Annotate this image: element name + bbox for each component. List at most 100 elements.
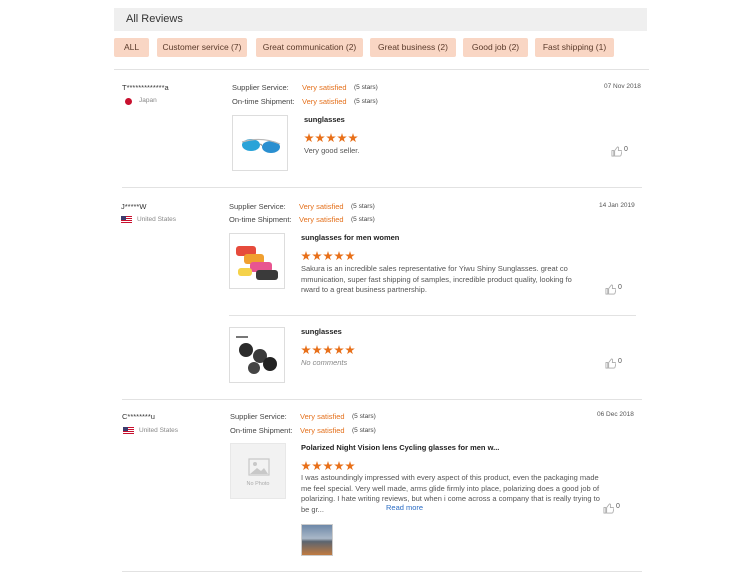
supplier-service-value: Very satisfied xyxy=(302,83,347,92)
filter-chip-fast-shipping[interactable]: Fast shipping (1) xyxy=(535,38,614,57)
reviews-panel: All Reviews ALL Customer service (7) Gre… xyxy=(114,0,650,574)
review-text: Sakura is an incredible sales representa… xyxy=(301,264,572,294)
star-icon xyxy=(345,461,355,471)
like-button[interactable]: 0 xyxy=(605,284,627,296)
star-icon xyxy=(323,461,333,471)
supplier-service-value: Very satisfied xyxy=(300,412,345,421)
product-thumbnail[interactable] xyxy=(232,115,288,171)
read-more-link[interactable]: Read more xyxy=(386,503,423,512)
supplier-service-label: Supplier Service: xyxy=(230,412,287,421)
ontime-shipment-stars: (5 stars) xyxy=(351,216,375,223)
review-date: 07 Nov 2018 xyxy=(604,83,641,90)
like-count: 0 xyxy=(618,358,622,365)
supplier-service-value: Very satisfied xyxy=(299,202,344,211)
star-icon xyxy=(334,251,344,261)
reviews-header: All Reviews xyxy=(114,8,647,31)
supplier-service-stars: (5 stars) xyxy=(352,413,376,420)
star-icon xyxy=(315,133,325,143)
supplier-service-label: Supplier Service: xyxy=(232,83,289,92)
star-icon xyxy=(312,251,322,261)
like-button[interactable]: 0 xyxy=(605,358,627,370)
thumbs-up-icon xyxy=(603,503,614,514)
ontime-shipment-label: On-time Shipment: xyxy=(232,97,295,106)
sunglasses-image xyxy=(236,336,277,374)
star-icon xyxy=(323,251,333,261)
rating-stars xyxy=(301,342,356,355)
thumbs-up-icon xyxy=(605,284,616,295)
product-thumbnail-placeholder[interactable]: No Photo xyxy=(230,443,286,499)
rating-stars xyxy=(301,248,356,261)
product-title[interactable]: sunglasses xyxy=(301,327,342,336)
divider xyxy=(122,399,642,400)
product-title[interactable]: sunglasses for men women xyxy=(301,233,399,242)
sunglasses-image xyxy=(236,246,278,280)
flag-us-icon xyxy=(121,216,132,224)
star-icon xyxy=(304,133,314,143)
star-icon xyxy=(326,133,336,143)
reviewer-country: United States xyxy=(137,216,177,223)
star-icon xyxy=(323,345,333,355)
divider xyxy=(122,571,642,572)
filter-chip-great-communication[interactable]: Great communication (2) xyxy=(256,38,363,57)
like-button[interactable]: 0 xyxy=(603,503,625,515)
ontime-shipment-label: On-time Shipment: xyxy=(229,215,292,224)
filter-chip-good-job[interactable]: Good job (2) xyxy=(463,38,528,57)
like-count: 0 xyxy=(624,146,628,153)
reviewer-name: J*****W xyxy=(121,202,147,211)
rating-stars xyxy=(304,130,359,143)
reviewer-country: United States xyxy=(139,427,179,434)
review-photo[interactable] xyxy=(301,524,333,556)
product-thumbnail[interactable] xyxy=(229,233,285,289)
star-icon xyxy=(301,345,311,355)
star-icon xyxy=(301,251,311,261)
product-title[interactable]: sunglasses xyxy=(304,115,345,124)
like-count: 0 xyxy=(618,284,622,291)
star-icon xyxy=(345,251,355,261)
ontime-shipment-value: Very satisfied xyxy=(302,97,347,106)
ontime-shipment-stars: (5 stars) xyxy=(354,98,378,105)
star-icon xyxy=(348,133,358,143)
review-text: I was astoundingly impressed with every … xyxy=(301,473,600,514)
star-icon xyxy=(334,461,344,471)
star-icon xyxy=(312,345,322,355)
divider xyxy=(122,187,642,188)
ontime-shipment-label: On-time Shipment: xyxy=(230,426,293,435)
reviewer-country: Japan xyxy=(139,97,157,104)
supplier-service-stars: (5 stars) xyxy=(351,203,375,210)
reviewer-name: C********u xyxy=(122,412,155,421)
thumbs-up-icon xyxy=(611,146,622,157)
image-placeholder-icon xyxy=(248,458,270,476)
star-icon xyxy=(312,461,322,471)
product-title[interactable]: Polarized Night Vision lens Cycling glas… xyxy=(301,443,499,452)
divider xyxy=(229,315,636,316)
rating-stars xyxy=(301,458,356,471)
ontime-shipment-value: Very satisfied xyxy=(299,215,344,224)
like-button[interactable]: 0 xyxy=(611,146,633,158)
flag-japan-icon xyxy=(125,98,132,105)
sunglasses-image xyxy=(241,138,281,153)
review-text: No comments xyxy=(301,358,348,367)
star-icon xyxy=(334,345,344,355)
star-icon xyxy=(345,345,355,355)
supplier-service-stars: (5 stars) xyxy=(354,84,378,91)
reviewer-name: T*************a xyxy=(122,83,169,92)
star-icon xyxy=(301,461,311,471)
filter-chip-customer-service[interactable]: Customer service (7) xyxy=(157,38,247,57)
filter-chip-great-business[interactable]: Great business (2) xyxy=(370,38,456,57)
ontime-shipment-value: Very satisfied xyxy=(300,426,345,435)
filter-chip-all[interactable]: ALL xyxy=(114,38,149,57)
review-date: 06 Dec 2018 xyxy=(597,411,634,418)
divider xyxy=(114,69,649,70)
review-date: 14 Jan 2019 xyxy=(599,202,635,209)
like-count: 0 xyxy=(616,503,620,510)
thumbs-up-icon xyxy=(605,358,616,369)
reviews-title: All Reviews xyxy=(126,13,183,25)
supplier-service-label: Supplier Service: xyxy=(229,202,286,211)
ontime-shipment-stars: (5 stars) xyxy=(352,427,376,434)
no-photo-label: No Photo xyxy=(246,481,270,487)
filter-chips: ALL Customer service (7) Great communica… xyxy=(114,38,650,58)
review-text: Very good seller. xyxy=(304,146,360,155)
star-icon xyxy=(337,133,347,143)
flag-us-icon xyxy=(123,427,134,435)
product-thumbnail[interactable] xyxy=(229,327,285,383)
